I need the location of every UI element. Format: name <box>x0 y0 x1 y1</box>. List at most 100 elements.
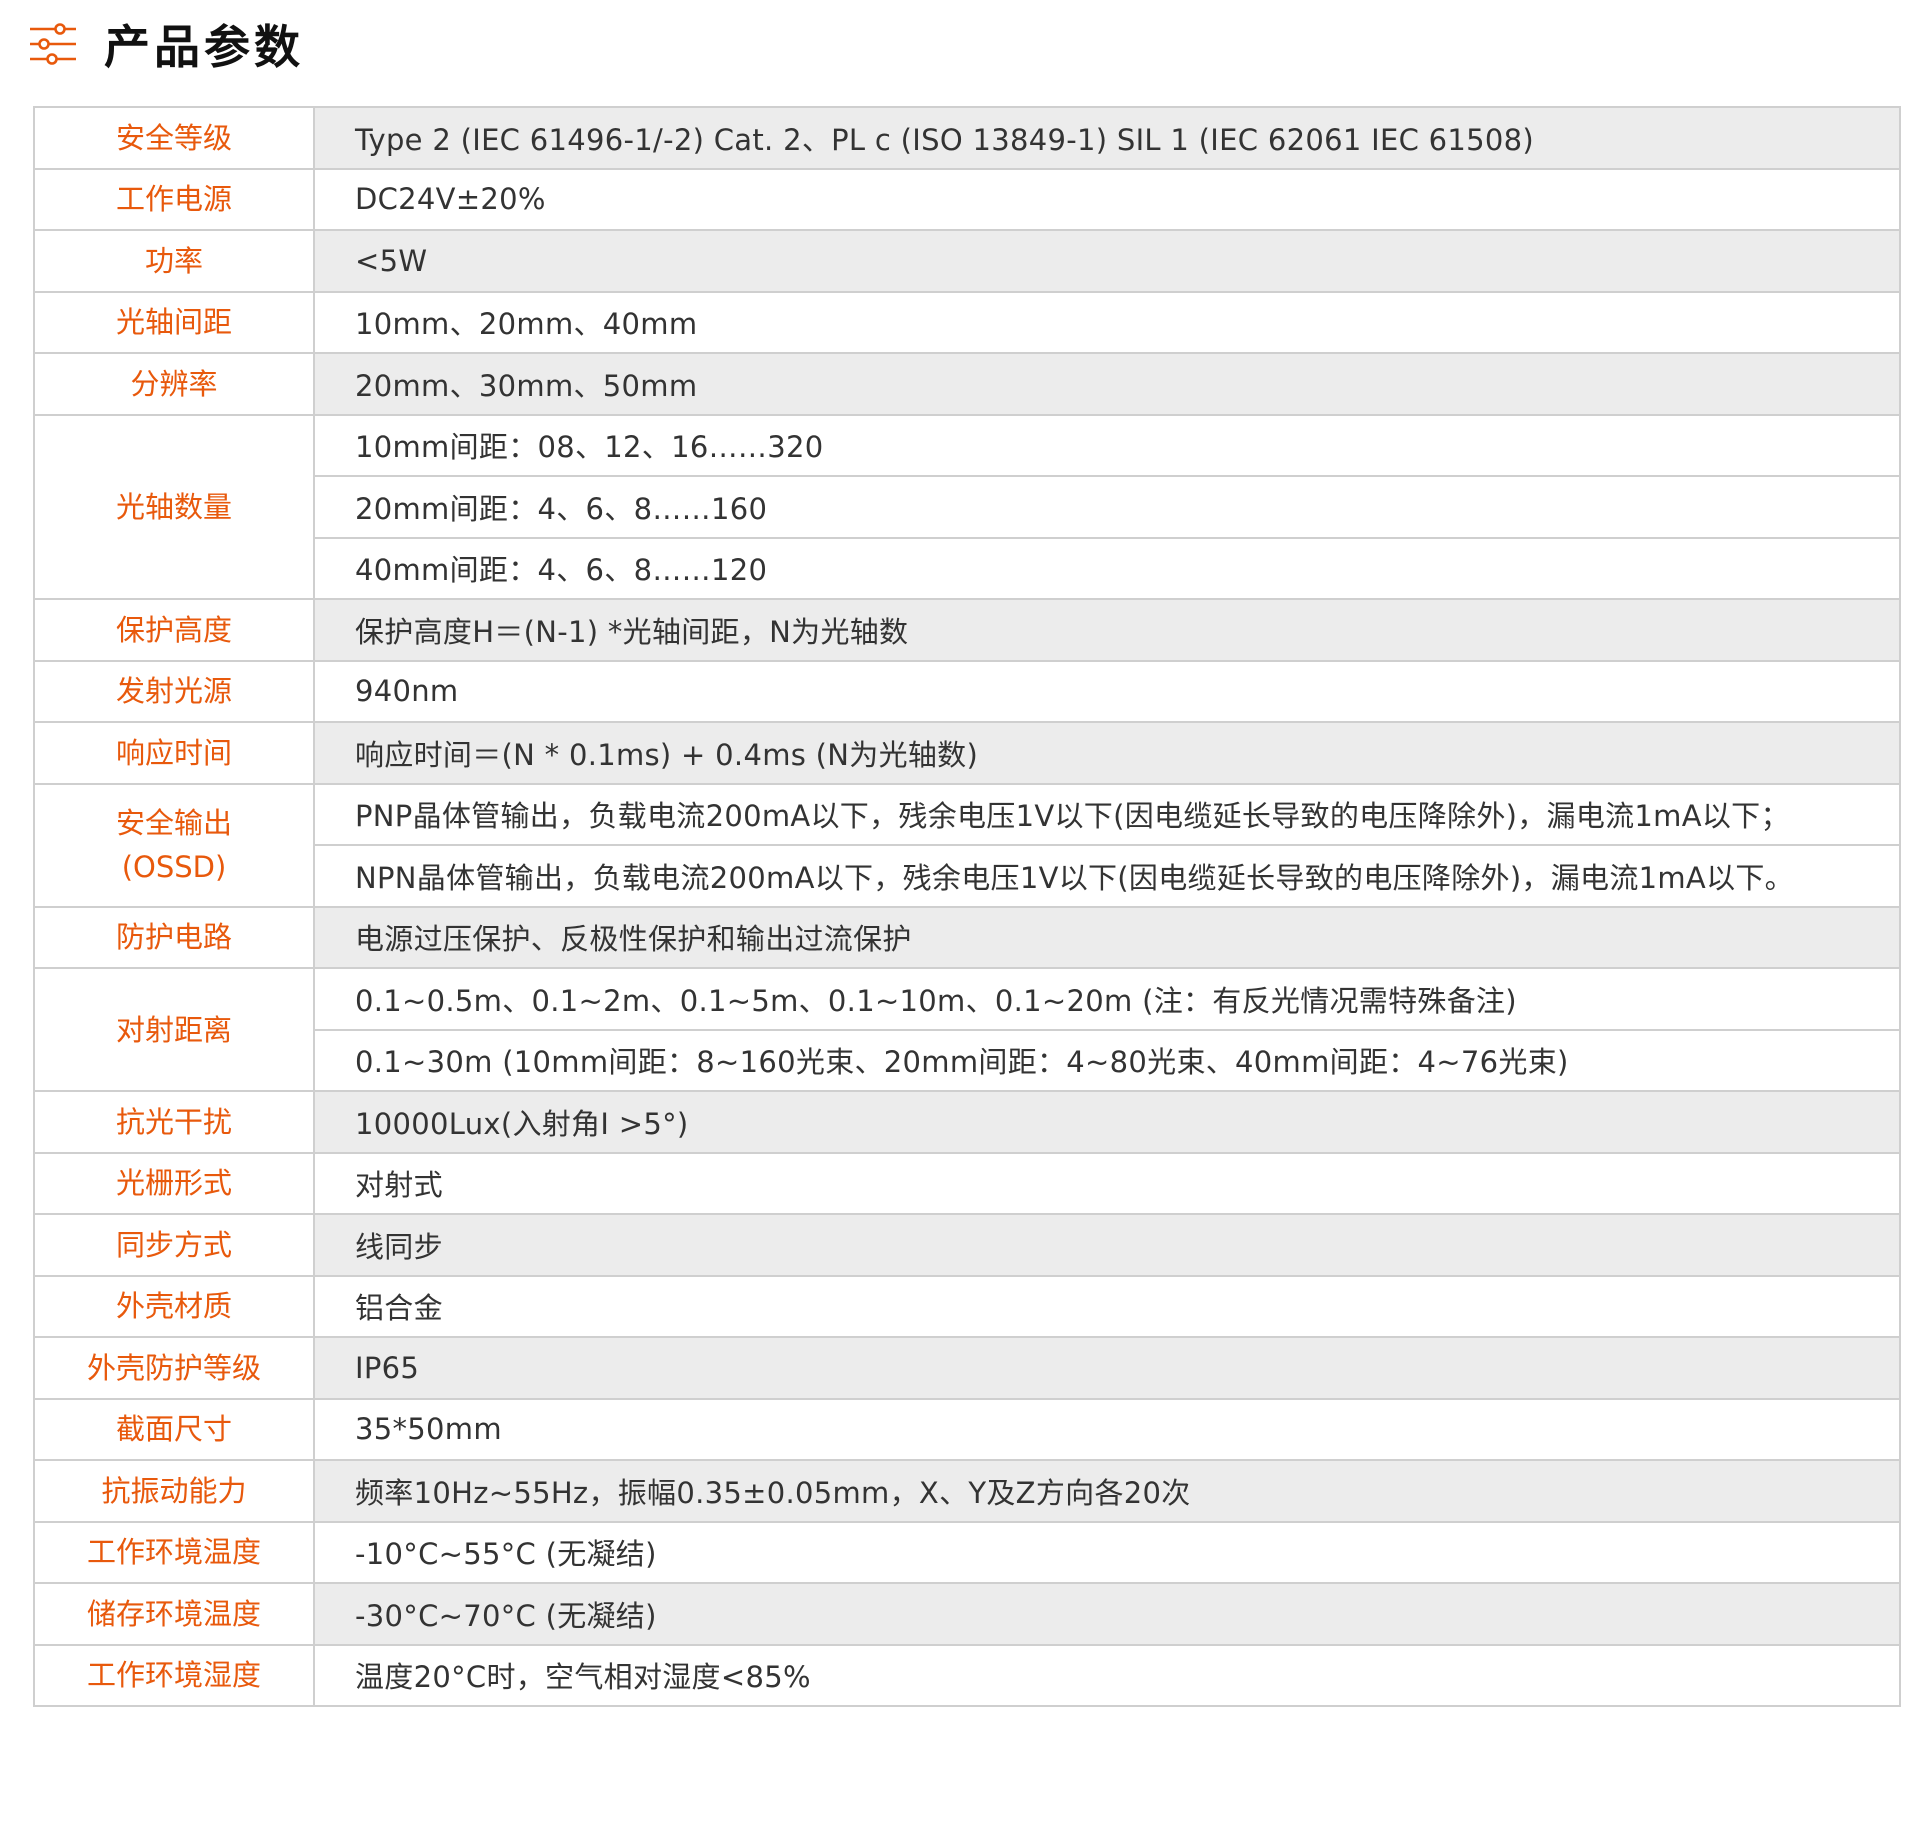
param-label-sub: (OSSD) <box>121 850 227 884</box>
param-value: 40mm间距：4、6、8……120 <box>313 536 1901 600</box>
table-row: 光轴间距 10mm、20mm、40mm <box>33 290 1901 354</box>
table-row: 防护电路 电源过压保护、反极性保护和输出过流保护 <box>33 905 1901 969</box>
param-value: DC24V±20% <box>313 167 1901 231</box>
param-label-cell: 功率 <box>33 229 315 293</box>
param-label: 光栅形式 <box>115 1166 232 1201</box>
param-value: 温度20°C时，空气相对湿度<85% <box>313 1643 1901 1707</box>
param-value: NPN晶体管输出，负载电流200mA以下，残余电压1V以下(因电缆延长导致的电压… <box>313 844 1901 908</box>
table-row: 发射光源 940nm <box>33 659 1901 723</box>
table-row: 响应时间 响应时间＝(N * 0.1ms) + 0.4ms (N为光轴数) <box>33 721 1901 785</box>
table-row: 同步方式 线同步 <box>33 1213 1901 1277</box>
table-row: 安全输出 (OSSD) PNP晶体管输出，负载电流200mA以下，残余电压1V以下(… <box>33 782 1901 908</box>
table-row: 40mm间距：4、6、8……120 <box>34 536 1901 600</box>
param-label: 发射光源 <box>115 674 232 709</box>
param-label-cell: 工作环境湿度 <box>33 1643 315 1707</box>
param-value: 保护高度H＝(N-1) *光轴间距，N为光轴数 <box>313 598 1901 662</box>
param-label-cell: 发射光源 <box>33 659 315 723</box>
section-header: 产品参数 <box>28 14 304 74</box>
table-row: 外壳防护等级 IP65 <box>33 1336 1901 1400</box>
param-label-cell: 保护高度 <box>33 598 315 662</box>
table-row: 抗光干扰 10000Lux(入射角I >5°) <box>33 1090 1901 1154</box>
param-label: 功率 <box>144 243 203 278</box>
param-label-cell: 外壳防护等级 <box>33 1336 315 1400</box>
param-value: 0.1~0.5m、0.1~2m、0.1~5m、0.1~10m、0.1~20m (… <box>313 967 1901 1031</box>
param-value: 940nm <box>313 659 1901 723</box>
param-label: 保护高度 <box>115 612 232 647</box>
param-label: 工作环境湿度 <box>86 1658 261 1693</box>
table-row: 光栅形式 对射式 <box>33 1151 1901 1215</box>
param-label-cell: 同步方式 <box>33 1213 315 1277</box>
param-label-cell: 工作电源 <box>33 167 315 231</box>
param-value: -30°C~70°C (无凝结) <box>313 1582 1901 1646</box>
param-value: PNP晶体管输出，负载电流200mA以下，残余电压1V以下(因电缆延长导致的电压… <box>313 782 1901 846</box>
param-label-cell: 外壳材质 <box>33 1274 315 1338</box>
param-label-cell: 对射距离 <box>33 967 315 1092</box>
param-label-cell: 抗振动能力 <box>33 1459 315 1523</box>
param-label: 外壳材质 <box>115 1289 232 1324</box>
table-row: 储存环境温度 -30°C~70°C (无凝结) <box>33 1582 1901 1646</box>
param-label: 工作电源 <box>115 182 232 217</box>
param-value: Type 2 (IEC 61496-1/-2) Cat. 2、PL c (ISO… <box>313 106 1901 170</box>
table-row: 工作电源 DC24V±20% <box>33 167 1901 231</box>
param-label: 防护电路 <box>115 920 232 955</box>
param-value: 响应时间＝(N * 0.1ms) + 0.4ms (N为光轴数) <box>313 721 1901 785</box>
sliders-icon <box>30 23 76 65</box>
param-label: 对射距离 <box>115 1012 232 1047</box>
param-label-cell: 光轴数量 <box>33 413 315 600</box>
param-label: 响应时间 <box>115 735 232 770</box>
param-label-cell: 响应时间 <box>33 721 315 785</box>
param-value: 20mm间距：4、6、8……160 <box>313 475 1901 539</box>
param-label-cell: 分辨率 <box>33 352 315 416</box>
param-value: <5W <box>313 229 1901 293</box>
param-value: 10mm间距：08、12、16……320 <box>313 413 1901 477</box>
param-label: 抗光干扰 <box>115 1104 232 1139</box>
param-value: 线同步 <box>313 1213 1901 1277</box>
table-row: 安全等级 Type 2 (IEC 61496-1/-2) Cat. 2、PL c … <box>33 106 1901 170</box>
spec-table: 安全等级 Type 2 (IEC 61496-1/-2) Cat. 2、PL c … <box>33 106 1901 1707</box>
param-label: 安全等级 <box>115 120 232 155</box>
param-label: 光轴间距 <box>115 305 232 340</box>
param-value: 10000Lux(入射角I >5°) <box>313 1090 1901 1154</box>
table-row: 0.1~30m (10mm间距：8~160光束、20mm间距：4~80光束、40… <box>34 1028 1901 1092</box>
table-row: 截面尺寸 35*50mm <box>33 1397 1901 1461</box>
param-label-cell: 截面尺寸 <box>33 1397 315 1461</box>
table-row: 外壳材质 铝合金 <box>33 1274 1901 1338</box>
param-value: -10°C~55°C (无凝结) <box>313 1520 1901 1584</box>
param-label-cell: 储存环境温度 <box>33 1582 315 1646</box>
table-row: 保护高度 保护高度H＝(N-1) *光轴间距，N为光轴数 <box>33 598 1901 662</box>
table-row: NPN晶体管输出，负载电流200mA以下，残余电压1V以下(因电缆延长导致的电压… <box>34 844 1901 908</box>
param-value: 铝合金 <box>313 1274 1901 1338</box>
param-label: 外壳防护等级 <box>86 1350 261 1385</box>
param-label-cell: 工作环境温度 <box>33 1520 315 1584</box>
param-label-cell: 光轴间距 <box>33 290 315 354</box>
param-value: 频率10Hz~55Hz，振幅0.35±0.05mm，X、Y及Z方向各20次 <box>313 1459 1901 1523</box>
param-label: 工作环境温度 <box>86 1535 261 1570</box>
param-value: 20mm、30mm、50mm <box>313 352 1901 416</box>
page-title: 产品参数 <box>104 20 304 74</box>
table-row: 工作环境湿度 温度20°C时，空气相对湿度<85% <box>33 1643 1901 1707</box>
param-label: 储存环境温度 <box>86 1596 261 1631</box>
param-value: 对射式 <box>313 1151 1901 1215</box>
table-row: 光轴数量 10mm间距：08、12、16……320 <box>33 413 1901 600</box>
param-label: 安全输出 <box>115 806 232 840</box>
table-row: 功率 <5W <box>33 229 1901 293</box>
param-label: 光轴数量 <box>115 489 232 524</box>
param-label-cell: 抗光干扰 <box>33 1090 315 1154</box>
param-label: 截面尺寸 <box>115 1412 232 1447</box>
param-label-cell: 安全等级 <box>33 106 315 170</box>
table-row: 20mm间距：4、6、8……160 <box>34 475 1901 539</box>
table-row: 分辨率 20mm、30mm、50mm <box>33 352 1901 416</box>
param-value: 10mm、20mm、40mm <box>313 290 1901 354</box>
param-value: 电源过压保护、反极性保护和输出过流保护 <box>313 905 1901 969</box>
param-label: 分辨率 <box>130 366 218 401</box>
table-row: 对射距离 0.1~0.5m、0.1~2m、0.1~5m、0.1~10m、0.1~2… <box>33 967 1901 1092</box>
param-value: 0.1~30m (10mm间距：8~160光束、20mm间距：4~80光束、40… <box>313 1028 1901 1092</box>
param-label-cell: 安全输出 (OSSD) <box>33 782 315 908</box>
table-row: 工作环境温度 -10°C~55°C (无凝结) <box>33 1520 1901 1584</box>
table-row: 抗振动能力 频率10Hz~55Hz，振幅0.35±0.05mm，X、Y及Z方向各2… <box>33 1459 1901 1523</box>
param-value: 35*50mm <box>313 1397 1901 1461</box>
param-label: 同步方式 <box>115 1227 232 1262</box>
param-label-cell: 防护电路 <box>33 905 315 969</box>
param-value: IP65 <box>313 1336 1901 1400</box>
param-label: 抗振动能力 <box>101 1473 247 1508</box>
